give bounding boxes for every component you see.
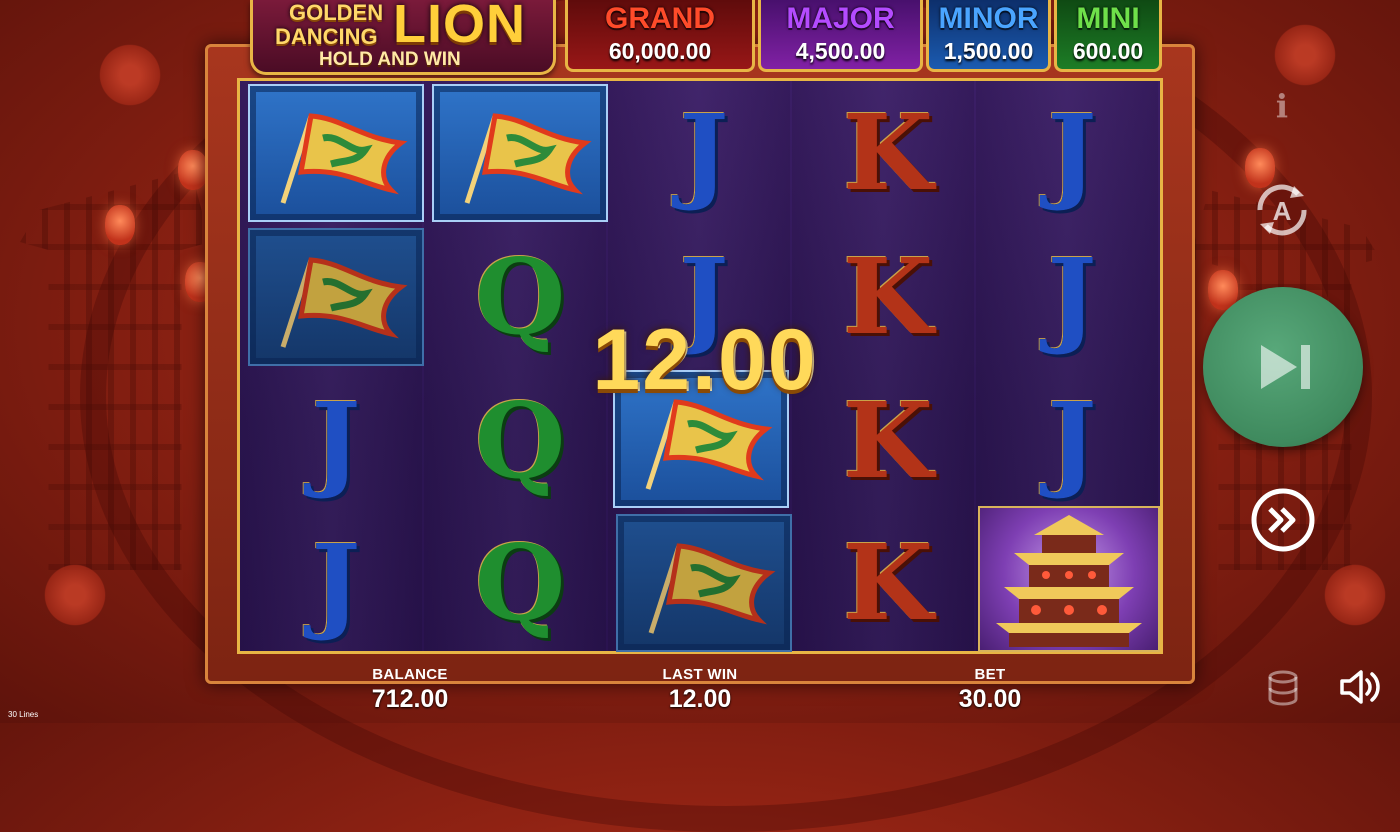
jackpot-major: MAJOR 4,500.00 [758,0,923,72]
last-win-display: LAST WIN 12.00 [630,666,770,714]
symbol-cell: J [616,84,792,222]
dragon-flag-icon [648,543,776,634]
autoplay-letter: A [1273,196,1292,226]
dragon-flag-icon [464,113,592,204]
jackpot-minor: MINOR 1,500.00 [926,0,1051,72]
symbol-cell: J [984,228,1160,366]
flower-decoration [40,560,110,630]
symbol-j: J [311,379,361,502]
history-icon [1268,670,1298,706]
flag-symbol [248,228,424,366]
autoplay-icon: A [1257,184,1307,236]
lantern-decoration [105,205,135,245]
symbol-k: K [842,521,934,644]
balance-display: BALANCE 712.00 [340,666,480,714]
flower-decoration [1320,560,1390,630]
jackpot-grand: GRAND 60,000.00 [565,0,755,72]
skip-forward-icon [1261,345,1310,389]
info-button[interactable]: i [1270,86,1294,126]
symbol-j: J [311,521,361,644]
jackpot-minor-value: 1,500.00 [943,38,1034,64]
jackpot-grand-label: GRAND [605,2,715,35]
symbol-k: K [842,235,934,358]
symbol-q: Q [474,235,566,358]
logo-golden: GOLDEN [289,0,384,25]
sound-icon [1340,670,1380,704]
symbol-cell: K [800,514,976,652]
pagoda-icon [996,515,1142,647]
balance-label: BALANCE [372,666,448,683]
flower-decoration [1270,20,1340,90]
jackpot-mini: MINI 600.00 [1054,0,1162,72]
bet-display[interactable]: BET 30.00 [920,666,1060,714]
logo-lion: LION [393,0,526,54]
symbol-k: K [842,91,934,214]
turbo-button[interactable] [1250,487,1316,553]
flag-symbol [616,514,792,652]
sound-button[interactable] [1338,666,1384,708]
bet-label: BET [974,666,1006,683]
info-icon: i [1275,87,1289,125]
symbol-cell: J [984,372,1160,510]
dragon-flag-icon [280,257,408,348]
logo-subtitle: HOLD AND WIN [319,49,461,70]
turbo-icon [1251,488,1315,552]
dragon-flag-icon [280,113,408,204]
autoplay-button[interactable]: A [1248,176,1316,244]
win-amount: 12.00 [592,312,818,408]
symbol-j: J [679,91,729,214]
jackpot-major-label: MAJOR [786,2,895,35]
symbol-j: J [1047,91,1097,214]
spin-button[interactable] [1203,287,1363,447]
flag-symbol [248,84,424,222]
jackpot-minor-label: MINOR [938,2,1039,35]
symbol-q: Q [474,521,566,644]
lantern-decoration [178,150,208,190]
jackpot-mini-value: 600.00 [1072,38,1144,64]
symbol-cell: J [984,84,1160,222]
symbol-k: K [842,379,934,502]
last-win-value: 12.00 [668,685,732,713]
symbol-j: J [1047,379,1097,502]
symbol-cell: Q [432,514,608,652]
history-button[interactable] [1266,670,1300,706]
balance-value: 712.00 [371,685,449,713]
symbol-cell: K [800,84,976,222]
jackpot-grand-value: 60,000.00 [608,38,712,64]
jackpot-mini-label: MINI [1076,2,1140,35]
symbol-cell: J [248,514,424,652]
bet-value[interactable]: 30.00 [920,684,1060,714]
jackpot-panel: GRAND 60,000.00 MAJOR 4,500.00 MINOR 1,5… [565,0,1165,74]
jackpot-major-value: 4,500.00 [795,38,886,64]
symbol-q: Q [474,379,566,502]
game-logo: GOLDEN DANCING LION HOLD AND WIN [250,0,556,75]
last-win-label: LAST WIN [662,666,738,683]
temple-symbol [978,506,1160,652]
flower-decoration [95,40,165,110]
lines-label: 30 Lines [8,710,39,719]
symbol-j: J [1047,235,1097,358]
logo-dancing: DANCING [275,24,378,49]
flag-symbol [432,84,608,222]
symbol-cell: J [248,372,424,510]
